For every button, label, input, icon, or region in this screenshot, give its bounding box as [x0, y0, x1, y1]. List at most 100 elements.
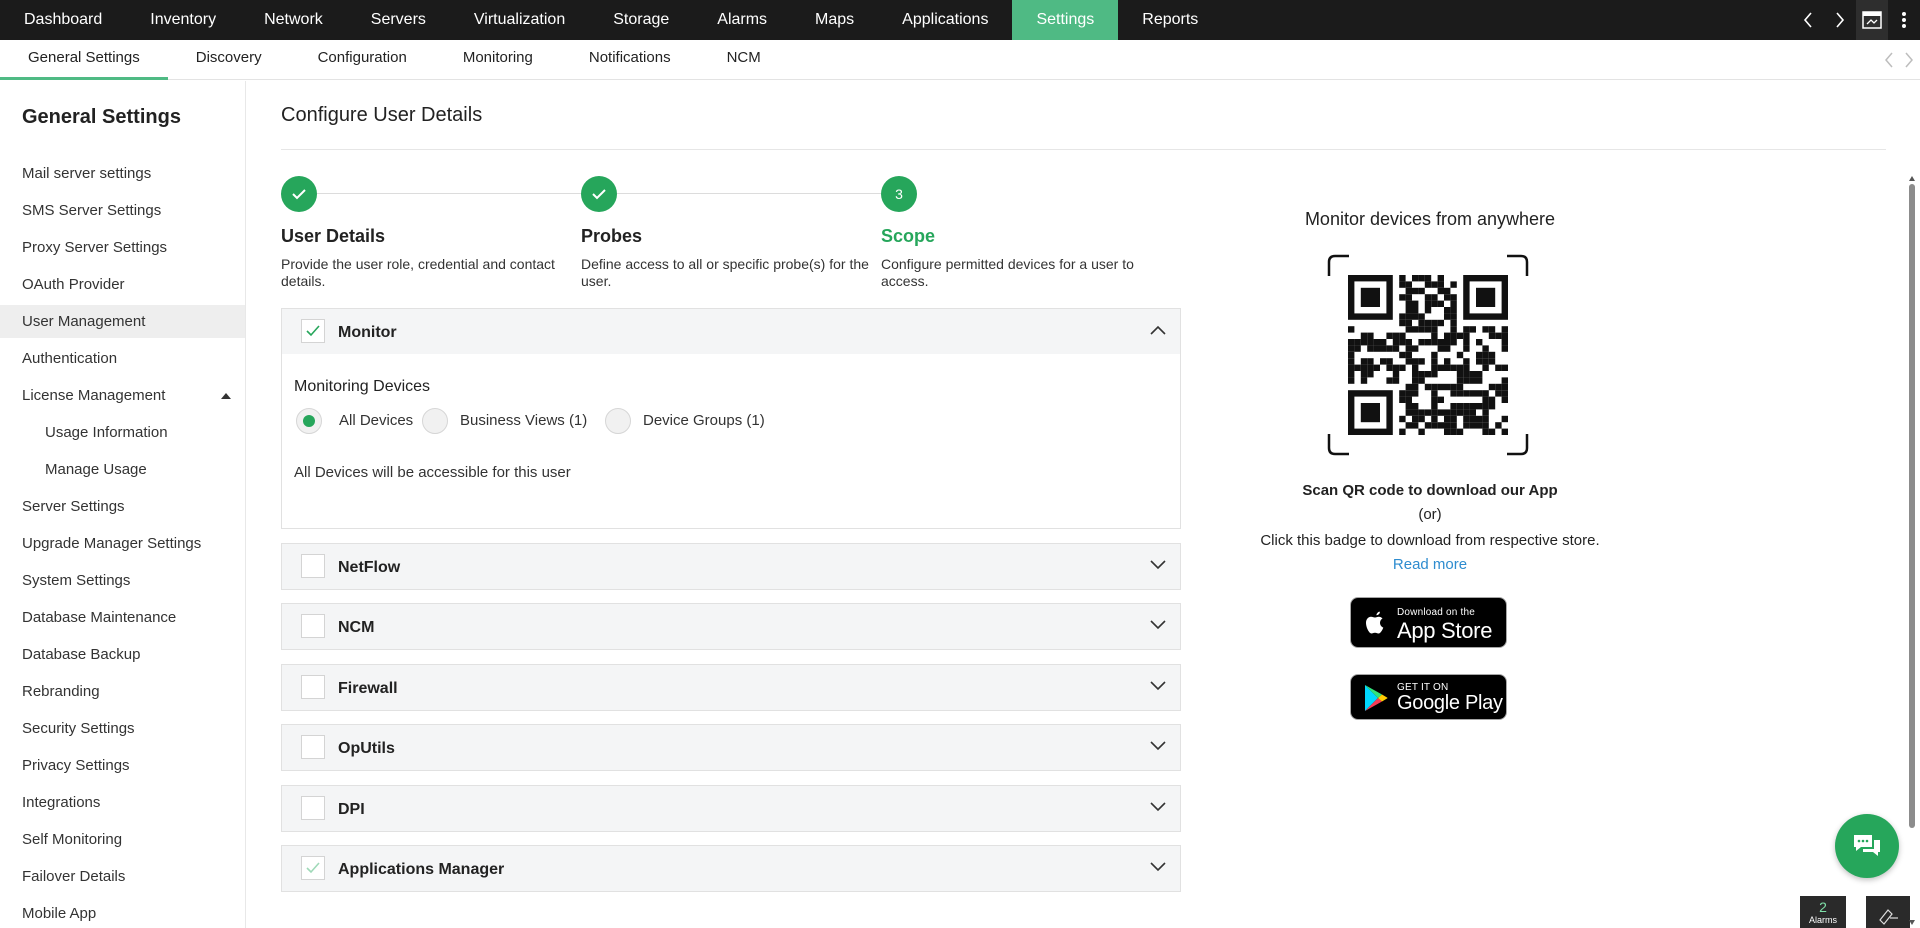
- scroll-down-arrow-icon[interactable]: [1909, 920, 1915, 925]
- check-icon: [292, 189, 306, 200]
- radio-device-groups[interactable]: [605, 408, 631, 434]
- topnav-storage[interactable]: Storage: [589, 0, 693, 40]
- sidebar-item-label: License Management: [22, 387, 166, 404]
- badge-big-text: Google Play: [1397, 692, 1503, 714]
- topnav-settings[interactable]: Settings: [1012, 0, 1119, 40]
- read-more-link[interactable]: Read more: [1393, 556, 1467, 573]
- topnav-scroll-right-button[interactable]: [1824, 0, 1856, 40]
- netflow-checkbox[interactable]: [301, 554, 325, 578]
- scrollbar-thumb[interactable]: [1909, 184, 1915, 828]
- chevron-right-icon[interactable]: [1904, 52, 1914, 68]
- accordion-applications-manager[interactable]: Applications Manager: [281, 845, 1181, 892]
- subnav-discovery[interactable]: Discovery: [168, 40, 290, 80]
- accordion-oputils[interactable]: OpUtils: [281, 724, 1181, 771]
- badge-big-text: App Store: [1397, 618, 1493, 643]
- alarm-count: 2: [1819, 899, 1827, 915]
- ncm-checkbox[interactable]: [301, 614, 325, 638]
- window-icon: [1862, 11, 1882, 29]
- topnav-scroll-left-button[interactable]: [1792, 0, 1824, 40]
- sidebar-item-database-backup[interactable]: Database Backup: [0, 638, 245, 671]
- subnav-notifications[interactable]: Notifications: [561, 40, 699, 80]
- radio-label-all-devices[interactable]: All Devices: [339, 412, 413, 429]
- dpi-checkbox[interactable]: [301, 796, 325, 820]
- topnav-virtualization[interactable]: Virtualization: [450, 0, 589, 40]
- topnav-reports[interactable]: Reports: [1118, 0, 1222, 40]
- step-title: Scope: [881, 226, 936, 246]
- topnav-network[interactable]: Network: [240, 0, 347, 40]
- badge-instruction-text: Click this badge to download from respec…: [1260, 532, 1600, 549]
- access-note: All Devices will be accessible for this …: [294, 464, 571, 481]
- subnav-monitoring[interactable]: Monitoring: [435, 40, 561, 80]
- subnav-ncm[interactable]: NCM: [699, 40, 789, 80]
- chevron-up-icon[interactable]: [1150, 325, 1166, 335]
- topnav-inventory[interactable]: Inventory: [126, 0, 240, 40]
- chat-support-button[interactable]: [1835, 814, 1899, 878]
- kebab-menu-icon: [1902, 12, 1906, 28]
- accordion-label: NCM: [338, 619, 375, 636]
- check-icon: [592, 189, 606, 200]
- app-store-badge[interactable]: Download on the App Store: [1350, 597, 1507, 648]
- sidebar-item-authentication[interactable]: Authentication: [0, 342, 245, 375]
- sidebar-item-proxy-server-settings[interactable]: Proxy Server Settings: [0, 231, 245, 264]
- chevron-down-icon[interactable]: [1150, 560, 1166, 570]
- sidebar-item-mobile-app[interactable]: Mobile App: [0, 897, 245, 928]
- radio-label-business-views[interactable]: Business Views (1): [460, 412, 587, 429]
- sidebar-item-failover-details[interactable]: Failover Details: [0, 860, 245, 893]
- sidebar-item-database-maintenance[interactable]: Database Maintenance: [0, 601, 245, 634]
- annotate-widget[interactable]: [1866, 896, 1910, 928]
- google-play-badge[interactable]: GET IT ON Google Play: [1350, 674, 1507, 720]
- chevron-down-icon[interactable]: [1150, 620, 1166, 630]
- sidebar-item-privacy-settings[interactable]: Privacy Settings: [0, 749, 245, 782]
- sidebar-item-rebranding[interactable]: Rebranding: [0, 675, 245, 708]
- radio-all-devices[interactable]: [296, 408, 322, 434]
- accordion-ncm[interactable]: NCM: [281, 603, 1181, 650]
- oputils-checkbox[interactable]: [301, 735, 325, 759]
- step-3-current[interactable]: 3: [881, 176, 917, 212]
- accordion-dpi[interactable]: DPI: [281, 785, 1181, 832]
- step-description: Configure permitted devices for a user t…: [881, 256, 1134, 289]
- sidebar-item-manage-usage[interactable]: Manage Usage: [0, 453, 245, 486]
- sidebar-item-usage-information[interactable]: Usage Information: [0, 416, 245, 449]
- topnav-servers[interactable]: Servers: [347, 0, 450, 40]
- step-1-complete[interactable]: [281, 176, 317, 212]
- sidebar-item-self-monitoring[interactable]: Self Monitoring: [0, 823, 245, 856]
- page-title: Configure User Details: [281, 104, 483, 126]
- sidebar-item-mail-server-settings[interactable]: Mail server settings: [0, 157, 245, 190]
- firewall-checkbox[interactable]: [301, 675, 325, 699]
- accordion-label: DPI: [338, 801, 365, 818]
- monitor-checkbox[interactable]: [301, 319, 325, 343]
- chevron-down-icon[interactable]: [1150, 741, 1166, 751]
- accordion-firewall[interactable]: Firewall: [281, 664, 1181, 711]
- topnav-maps[interactable]: Maps: [791, 0, 878, 40]
- step-2-complete[interactable]: [581, 176, 617, 212]
- sidebar-item-license-management[interactable]: License Management: [0, 379, 245, 412]
- more-options-button[interactable]: [1888, 0, 1920, 40]
- subnav-general-settings[interactable]: General Settings: [0, 40, 168, 80]
- subnav-configuration[interactable]: Configuration: [290, 40, 435, 80]
- topnav-dashboard[interactable]: Dashboard: [0, 0, 126, 40]
- sidebar-item-user-management[interactable]: User Management: [0, 305, 245, 338]
- sidebar-item-upgrade-manager-settings[interactable]: Upgrade Manager Settings: [0, 527, 245, 560]
- chevron-down-icon[interactable]: [1150, 681, 1166, 691]
- applications-manager-checkbox[interactable]: [301, 856, 325, 880]
- chevron-left-icon[interactable]: [1884, 52, 1894, 68]
- stepper-connector: [317, 193, 581, 194]
- alarm-counter-widget[interactable]: 2 Alarms: [1800, 896, 1846, 928]
- accordion-monitor[interactable]: Monitor: [281, 308, 1181, 355]
- sidebar-item-integrations[interactable]: Integrations: [0, 786, 245, 819]
- radio-label-device-groups[interactable]: Device Groups (1): [643, 412, 765, 429]
- scroll-up-arrow-icon[interactable]: [1909, 176, 1915, 181]
- accordion-netflow[interactable]: NetFlow: [281, 543, 1181, 590]
- sidebar-item-oauth-provider[interactable]: OAuth Provider: [0, 268, 245, 301]
- chevron-down-icon[interactable]: [1150, 862, 1166, 872]
- accordion-label: Firewall: [338, 680, 398, 697]
- topnav-alarms[interactable]: Alarms: [693, 0, 791, 40]
- chevron-down-icon[interactable]: [1150, 802, 1166, 812]
- radio-business-views[interactable]: [422, 408, 448, 434]
- sidebar-item-system-settings[interactable]: System Settings: [0, 564, 245, 597]
- sidebar-item-server-settings[interactable]: Server Settings: [0, 490, 245, 523]
- sidebar-item-sms-server-settings[interactable]: SMS Server Settings: [0, 194, 245, 227]
- topnav-applications[interactable]: Applications: [878, 0, 1012, 40]
- sidebar-item-security-settings[interactable]: Security Settings: [0, 712, 245, 745]
- dashboard-widget-button[interactable]: [1856, 0, 1888, 40]
